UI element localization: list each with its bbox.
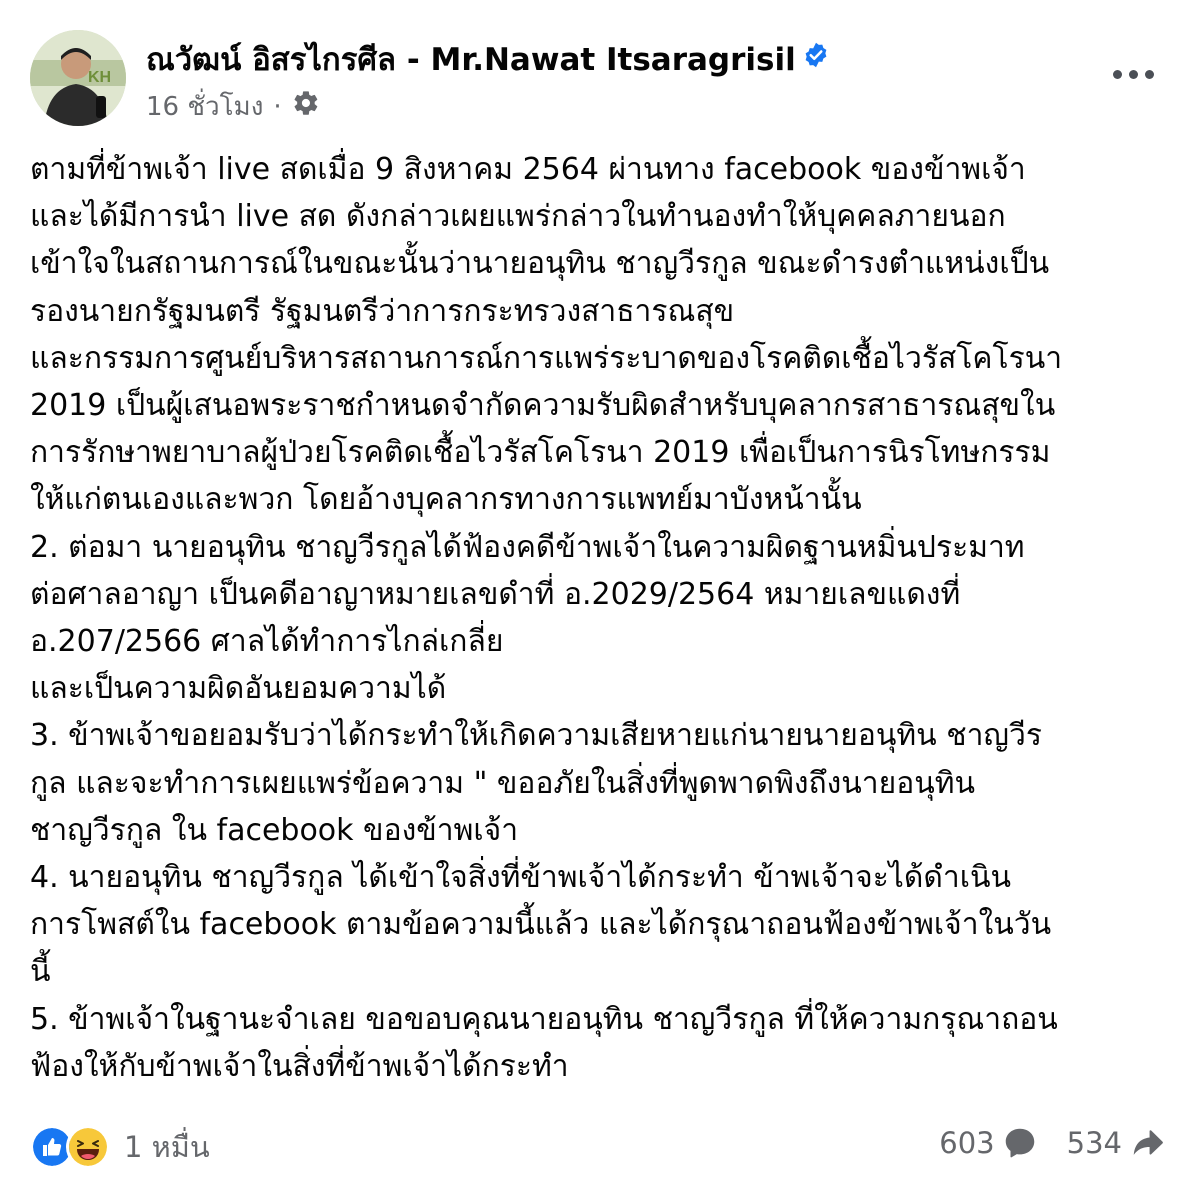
post-body-line: ตามที่ข้าพเจ้า live สดเมื่อ 9 สิงหาคม 25… [30,152,1026,187]
facebook-post: KH ณวัฒน์ อิสรไกรศีล - Mr.Nawat Itsaragr… [0,0,1200,1188]
post-body-line: ให้แก่ตนเองและพวก โดยอ้างบุคลากรทางการแพ… [30,482,862,518]
comments-count-button[interactable]: 603 [939,1124,1038,1162]
post-body-line: การโพสต์ใน facebook ตามข้อความนี้แล้ว แล… [30,907,1052,943]
haha-icon [66,1125,110,1169]
post-body-line: รองนายกรัฐมนตรี รัฐมนตรีว่าการกระทรวงสาธ… [30,293,735,329]
shares-count-button[interactable]: 534 [1067,1124,1168,1162]
post-body-line: การรักษาพยาบาลผู้ป่วยโรคติดเชื้อไวรัสโคโ… [30,435,1051,471]
post-body-line: 5. ข้าพเจ้าในฐานะจำเลย ขอขอบคุณนายอนุทิน… [30,1001,1058,1037]
author-avatar[interactable]: KH [30,30,126,126]
shares-count: 534 [1066,1126,1122,1160]
more-dot [1112,69,1122,79]
post-body-line: ชาญวีรกูล ใน facebook ของข้าพเจ้า [30,812,519,848]
post-body-line: ฟ้องให้กับข้าพเจ้าในสิ่งที่ข้าพเจ้าได้กร… [30,1048,569,1084]
reaction-count: 1 หมื่น [124,1130,210,1164]
more-horizontal-icon[interactable] [1108,54,1158,94]
post-body-line: เข้าใจในสถานการณ์ในขณะนั้นว่านายอนุทิน ช… [30,246,1050,282]
share-arrow-icon [1133,1130,1163,1155]
comment-bubble-icon [1005,1128,1034,1158]
gear-icon[interactable] [292,89,320,124]
post-body-line: นี้ [30,954,51,990]
meta-separator: · [273,91,282,122]
post-body-line: กูล และจะทำการเผยแพร่ข้อความ " ขออภัยในส… [30,765,976,801]
post-body-line: ต่อศาลอาญา เป็นคดีอาญาหมายเลขดำที่ อ.202… [30,576,961,612]
post-header: KH ณวัฒน์ อิสรไกรศีล - Mr.Nawat Itsaragr… [30,30,1180,130]
more-dot [1128,69,1138,79]
verified-badge-icon [802,41,830,77]
post-body-line: และกรรมการศูนย์บริหารสถานการณ์การแพร่ระบ… [30,340,1063,376]
reactions-summary[interactable]: 1 หมื่น [30,1124,210,1170]
author-name-line: ณวัฒน์ อิสรไกรศีล - Mr.Nawat Itsaragrisi… [146,34,830,84]
post-meta: 16 ชั่วโมง · [146,86,320,127]
avatar-photo: KH [30,30,126,126]
post-body-line: และเป็นความผิดอันยอมความได้ [30,671,447,707]
post-body-line: 2019 เป็นผู้เสนอพระราชกำหนดจำกัดความรับผ… [30,388,1056,424]
post-body-line: 3. ข้าพเจ้าขอยอมรับว่าได้กระทำให้เกิดควา… [30,718,1042,754]
comments-count: 603 [939,1126,995,1160]
post-footer: 1 หมื่น 603 534 [30,1120,1180,1176]
post-body-line: 2. ต่อมา นายอนุทิน ชาญวีรกูลได้ฟ้องคดีข้… [30,529,1025,565]
post-body-line: และได้มีการนำ live สด ดังกล่าวเผยแพร่กล่… [30,199,1006,235]
engagement-stats: 603 534 [939,1124,1168,1162]
post-body-line: 4. นายอนุทิน ชาญวีรกูล ได้เข้าใจสิ่งที่ข… [30,860,1011,896]
svg-text:KH: KH [88,69,111,86]
post-body: ตามที่ข้าพเจ้า live สดเมื่อ 9 สิงหาคม 25… [30,146,1180,1090]
author-name[interactable]: ณวัฒน์ อิสรไกรศีล - Mr.Nawat Itsaragrisi… [146,42,796,78]
post-timestamp[interactable]: 16 ชั่วโมง [146,86,263,127]
post-body-line: อ.207/2566 ศาลได้ทำการไกล่เกลี่ย [30,624,504,660]
more-dot [1144,69,1154,79]
